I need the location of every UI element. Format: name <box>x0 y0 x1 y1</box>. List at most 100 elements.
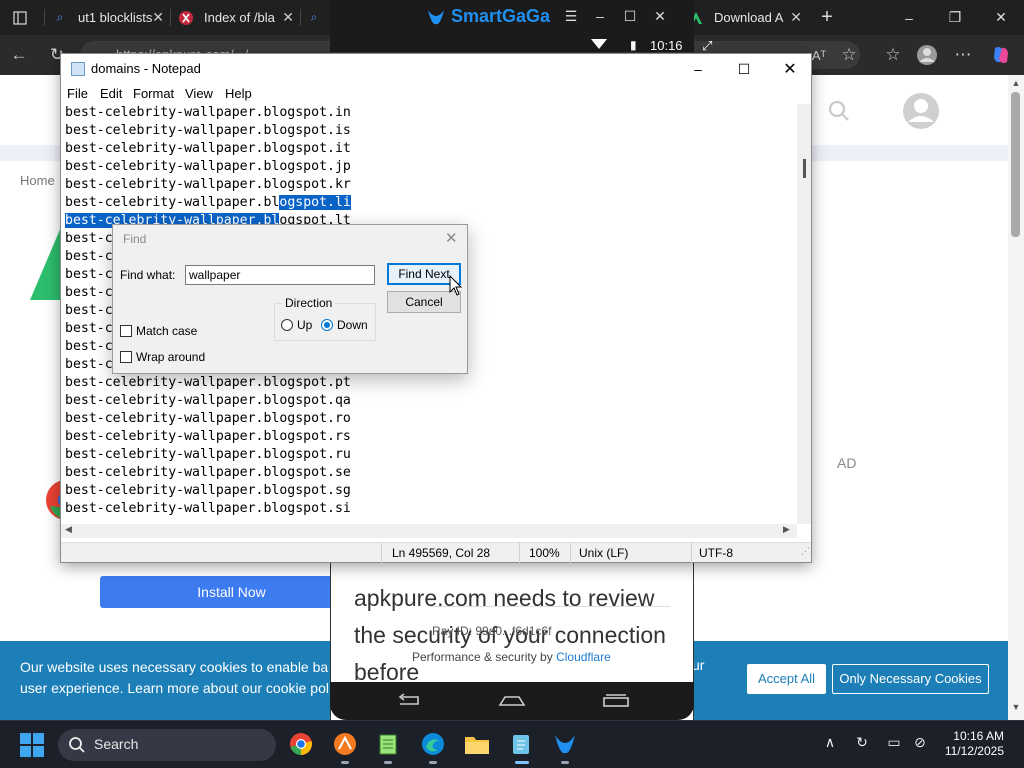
home-nav-icon[interactable] <box>497 692 527 710</box>
only-necessary-cookies-button[interactable]: Only Necessary Cookies <box>832 664 989 694</box>
encoding: UTF-8 <box>699 546 733 560</box>
clock-date: 11/12/2025 <box>944 744 1004 758</box>
close-window-button[interactable]: ✕ <box>650 8 670 25</box>
install-now-button[interactable]: Install Now <box>100 576 363 608</box>
direction-down-radio[interactable] <box>321 319 333 331</box>
text-line: best-c <box>65 357 113 372</box>
close-icon[interactable]: ✕ <box>790 9 802 26</box>
resize-grip-icon[interactable]: ⋰ <box>801 546 810 557</box>
mouse-pointer-icon <box>449 274 463 297</box>
vertical-scrollbar-thumb[interactable] <box>803 159 806 178</box>
menu-edit[interactable]: Edit <box>100 86 122 101</box>
windows-start-icon[interactable] <box>20 733 44 757</box>
notepad-titlebar[interactable]: domains - Notepad – ☐ ✕ <box>61 54 811 84</box>
scroll-right-icon[interactable]: ▶ <box>783 524 790 535</box>
cloudflare-link[interactable]: Cloudflare <box>556 650 611 664</box>
phone-status-time: 10:16 <box>650 38 683 53</box>
menu-help[interactable]: Help <box>225 86 252 101</box>
minimize-button[interactable]: – <box>886 0 932 35</box>
favorites-icon[interactable]: ☆ <box>880 43 906 67</box>
recents-nav-icon[interactable] <box>601 692 631 710</box>
new-tab-button[interactable]: + <box>808 0 846 35</box>
notepad-icon <box>71 62 85 76</box>
site-icon <box>178 10 194 26</box>
zoom-level: 100% <box>529 546 560 560</box>
tab-ut1-blocklists[interactable]: ⌕ ut1 blocklists ✕ <box>52 0 170 35</box>
edge-icon[interactable] <box>419 730 447 758</box>
more-menu-icon[interactable]: ⋯ <box>950 43 976 67</box>
tab-index-of[interactable]: Index of /bla ✕ <box>178 0 300 35</box>
scroll-up-icon[interactable]: ▲ <box>1010 78 1022 88</box>
back-icon[interactable]: ← <box>6 43 32 67</box>
direction-up-radio[interactable] <box>281 319 293 331</box>
maximize-button[interactable]: ❐ <box>932 0 978 35</box>
performance-line: Performance & security by Cloudflare <box>412 650 611 664</box>
favorite-star-icon[interactable]: ☆ <box>836 43 862 67</box>
tab-actions-icon[interactable] <box>0 0 40 35</box>
smartgaga-app-icon[interactable] <box>551 730 579 758</box>
dialog-title: Find <box>123 232 147 246</box>
text-line: best-celebrity-wallpaper.blogspot.ru <box>65 447 351 462</box>
app-icon-orange[interactable] <box>331 730 359 758</box>
scroll-left-icon[interactable]: ◀ <box>65 524 72 535</box>
avatar[interactable] <box>896 86 946 136</box>
page-scrollbar-thumb[interactable] <box>1011 92 1020 237</box>
horizontal-scrollbar[interactable] <box>61 524 797 538</box>
text-line: best-celebrity-wallpaper.blogspot.jp <box>65 159 351 174</box>
clock[interactable]: 10:16 AM 11/12/2025 <box>942 729 1004 759</box>
accept-all-button[interactable]: Accept All <box>747 664 826 694</box>
display-icon[interactable]: ▭ <box>884 734 904 751</box>
file-explorer-icon[interactable] <box>463 730 491 758</box>
sync-icon[interactable]: ↻ <box>852 734 872 751</box>
hamburger-menu-icon[interactable]: ☰ <box>561 8 581 25</box>
scroll-down-icon[interactable]: ▼ <box>1010 702 1022 712</box>
text-line: best-celebrity-wallpaper.blogspot.se <box>65 465 351 480</box>
close-icon[interactable]: ✕ <box>282 9 294 26</box>
wrap-around-label: Wrap around <box>136 350 206 364</box>
chrome-app-icon[interactable] <box>287 730 315 758</box>
cookie-text: Our website uses necessary cookies to en… <box>20 659 329 696</box>
text-line: best-celebrity-wallpaper.blogspot.kr <box>65 177 351 192</box>
ray-id: Ray ID: 99d0...f6d1c6f <box>432 624 552 638</box>
minimize-button[interactable]: – <box>590 8 610 24</box>
window-title: domains - Notepad <box>91 61 201 76</box>
search-icon[interactable] <box>826 98 852 124</box>
network-icon[interactable]: ⊘ <box>910 734 930 751</box>
find-what-input[interactable]: wallpaper <box>185 265 375 285</box>
chevron-up-icon[interactable]: ∧ <box>820 734 840 751</box>
fullscreen-icon[interactable]: ⤢ <box>702 38 712 54</box>
text-line: best-celebrity-wallpaper.blogspot.pt <box>65 375 351 390</box>
direction-down-label: Down <box>337 318 368 332</box>
match-case-checkbox[interactable] <box>120 325 132 337</box>
minimize-button[interactable]: – <box>675 54 721 84</box>
battery-icon: ▮ <box>630 38 637 52</box>
menu-file[interactable]: File <box>67 86 88 101</box>
menu-format[interactable]: Format <box>133 86 174 101</box>
wrap-around-checkbox[interactable] <box>120 351 132 363</box>
close-window-button[interactable]: ✕ <box>767 54 813 84</box>
cursor-position: Ln 495569, Col 28 <box>392 546 491 560</box>
tab-search[interactable]: ⌕ <box>308 0 330 35</box>
match-case-label: Match case <box>136 324 198 338</box>
tab-label: Download A <box>714 10 784 25</box>
close-window-button[interactable]: ✕ <box>978 0 1024 35</box>
app-logo <box>28 215 64 310</box>
taskbar-search[interactable] <box>58 729 276 761</box>
status-bar: Ln 495569, Col 28 100% Unix (LF) UTF-8 ⋰ <box>61 542 811 563</box>
profile-icon[interactable] <box>914 43 940 67</box>
back-nav-icon[interactable] <box>394 692 424 710</box>
notepad-app-icon[interactable] <box>507 730 535 758</box>
close-icon[interactable]: ✕ <box>152 9 164 26</box>
tab-download[interactable]: Download A ✕ <box>688 0 808 35</box>
breadcrumb[interactable]: Home <box>20 173 55 188</box>
close-icon[interactable]: ✕ <box>445 229 458 247</box>
menu-view[interactable]: View <box>185 86 213 101</box>
find-what-label: Find what: <box>120 268 176 282</box>
text-line: best-c <box>65 285 113 300</box>
text-line: best-celebrity-wallpaper.blogspot.qa <box>65 393 351 408</box>
maximize-button[interactable]: ☐ <box>721 54 767 84</box>
notepadpp-icon[interactable] <box>374 730 402 758</box>
maximize-button[interactable]: ☐ <box>620 8 640 25</box>
copilot-icon[interactable] <box>988 43 1014 67</box>
menu-bar: File Edit Format View Help <box>61 84 811 104</box>
